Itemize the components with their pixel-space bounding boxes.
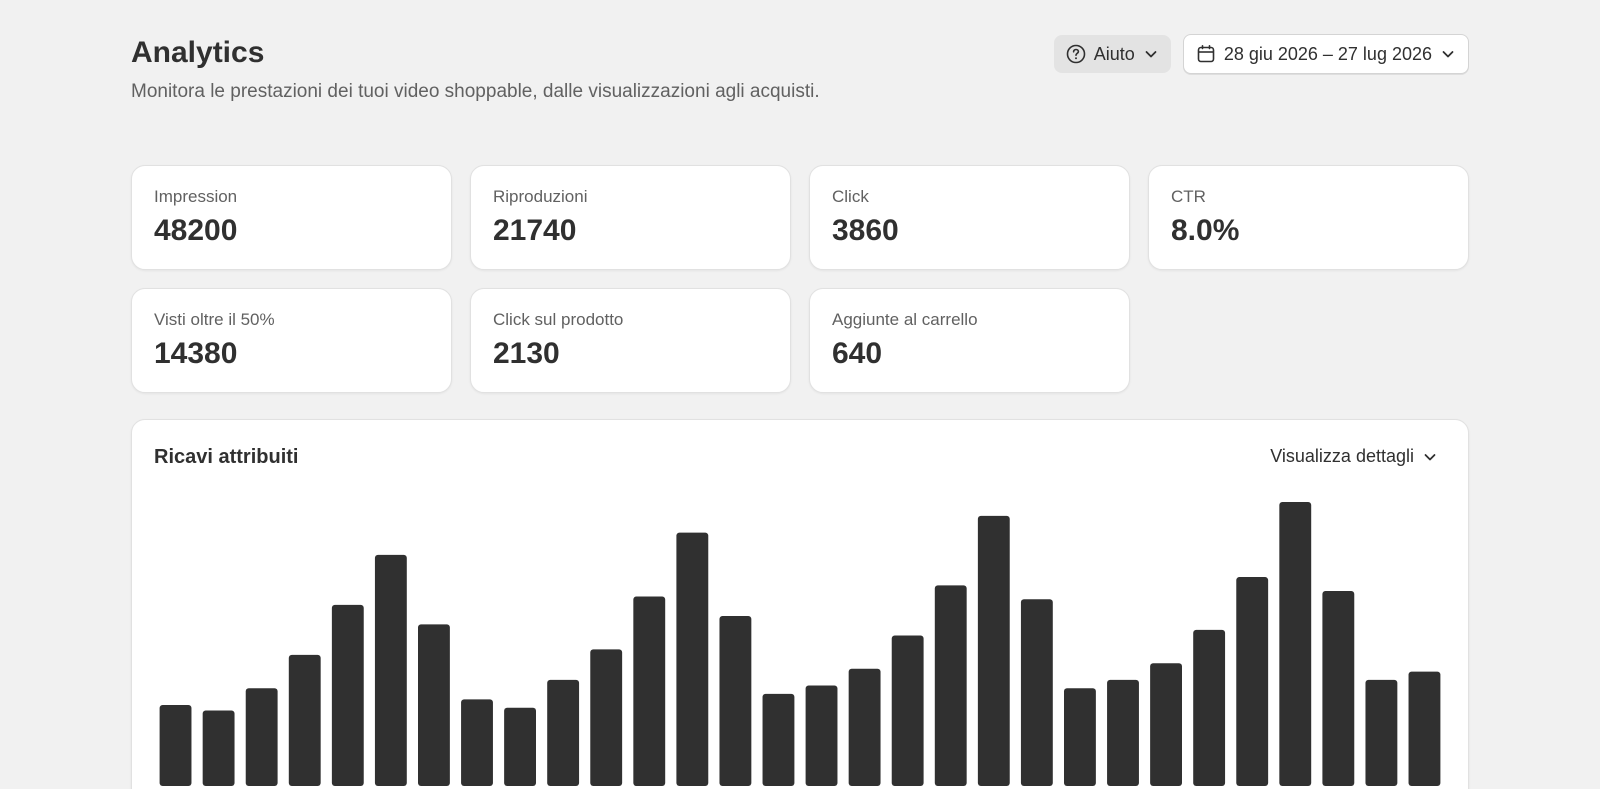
chart-bar xyxy=(1064,688,1096,786)
date-range-label: 28 giu 2026 – 27 lug 2026 xyxy=(1223,43,1432,64)
chart-bar xyxy=(504,707,536,786)
chevron-down-icon xyxy=(1143,46,1159,62)
chart-bar xyxy=(1020,599,1053,786)
help-button-label: Aiuto xyxy=(1093,43,1135,64)
chart-bar xyxy=(1322,590,1355,786)
chevron-down-icon xyxy=(1440,46,1456,62)
calendar-icon xyxy=(1196,44,1216,64)
metric-label: Aggiunte al carrello xyxy=(832,310,978,329)
metric-card-visti-oltre-50: Visti oltre il 50% 14380 xyxy=(131,288,452,393)
revenue-chart-card: Ricavi attribuiti Visualizza dettagli xyxy=(131,419,1469,789)
chart-bar xyxy=(719,615,752,786)
chart-bar xyxy=(676,532,709,786)
metric-label: CTR xyxy=(1171,187,1206,206)
chart-bar xyxy=(1107,679,1139,786)
chart-bar xyxy=(848,668,881,786)
help-circle-icon xyxy=(1066,44,1086,64)
chart-bar xyxy=(461,699,493,786)
metric-value: 48200 xyxy=(154,214,238,247)
header-actions: Aiuto 28 giu 2026 – 27 lug 2026 xyxy=(1053,34,1469,74)
metric-value: 14380 xyxy=(154,337,238,370)
analytics-page: Analytics Monitora le prestazioni dei tu… xyxy=(0,0,1600,789)
chart-bar xyxy=(934,585,967,786)
chart-bar xyxy=(1279,502,1312,786)
metric-value: 3860 xyxy=(832,214,899,247)
metric-card-impression: Impression 48200 xyxy=(131,165,452,270)
chart-bar xyxy=(805,685,838,786)
metric-card-ctr: CTR 8.0% xyxy=(1148,165,1469,270)
metric-label: Click sul prodotto xyxy=(493,310,624,329)
metric-label: Impression xyxy=(154,187,238,206)
metric-card-click: Click 3860 xyxy=(809,165,1130,270)
metric-label: Riproduzioni xyxy=(493,187,588,206)
chart-bar xyxy=(288,654,321,786)
chart-bar xyxy=(1193,629,1226,786)
chart-bar xyxy=(633,596,666,786)
page-header: Analytics Monitora le prestazioni dei tu… xyxy=(131,34,1469,104)
chart-bar xyxy=(762,693,795,786)
chart-bar xyxy=(202,710,235,786)
help-button[interactable]: Aiuto xyxy=(1053,35,1171,73)
chart-bar xyxy=(1365,679,1398,786)
page-subtitle: Monitora le prestazioni dei tuoi video s… xyxy=(131,81,820,102)
chart-bar xyxy=(1408,671,1441,786)
metric-value: 2130 xyxy=(493,337,560,370)
metric-label: Click xyxy=(832,187,869,206)
chart-bar xyxy=(547,679,580,786)
metrics-grid: Impression 48200 Riproduzioni 21740 Clic… xyxy=(131,165,1469,393)
chart-bar xyxy=(418,624,450,786)
metric-card-aggiunte-carrello: Aggiunte al carrello 640 xyxy=(809,288,1130,393)
metric-value: 640 xyxy=(832,337,883,370)
chart-bar xyxy=(245,688,278,786)
metric-card-riproduzioni: Riproduzioni 21740 xyxy=(470,165,791,270)
metric-value: 8.0% xyxy=(1171,214,1240,247)
date-range-picker[interactable]: 28 giu 2026 – 27 lug 2026 xyxy=(1182,34,1469,74)
chart-bar xyxy=(1236,577,1269,786)
metric-label: Visti oltre il 50% xyxy=(154,310,275,329)
chart-bar xyxy=(1150,663,1182,786)
chart-bar xyxy=(159,704,192,786)
chart-bar xyxy=(891,635,924,786)
chart-bar xyxy=(331,604,364,786)
metric-card-click-prodotto: Click sul prodotto 2130 xyxy=(470,288,791,393)
chart-bar xyxy=(590,649,623,786)
chart-bar xyxy=(374,554,407,786)
revenue-bar-chart xyxy=(159,502,1441,786)
chart-bar xyxy=(977,515,1010,786)
metric-value: 21740 xyxy=(493,214,577,247)
